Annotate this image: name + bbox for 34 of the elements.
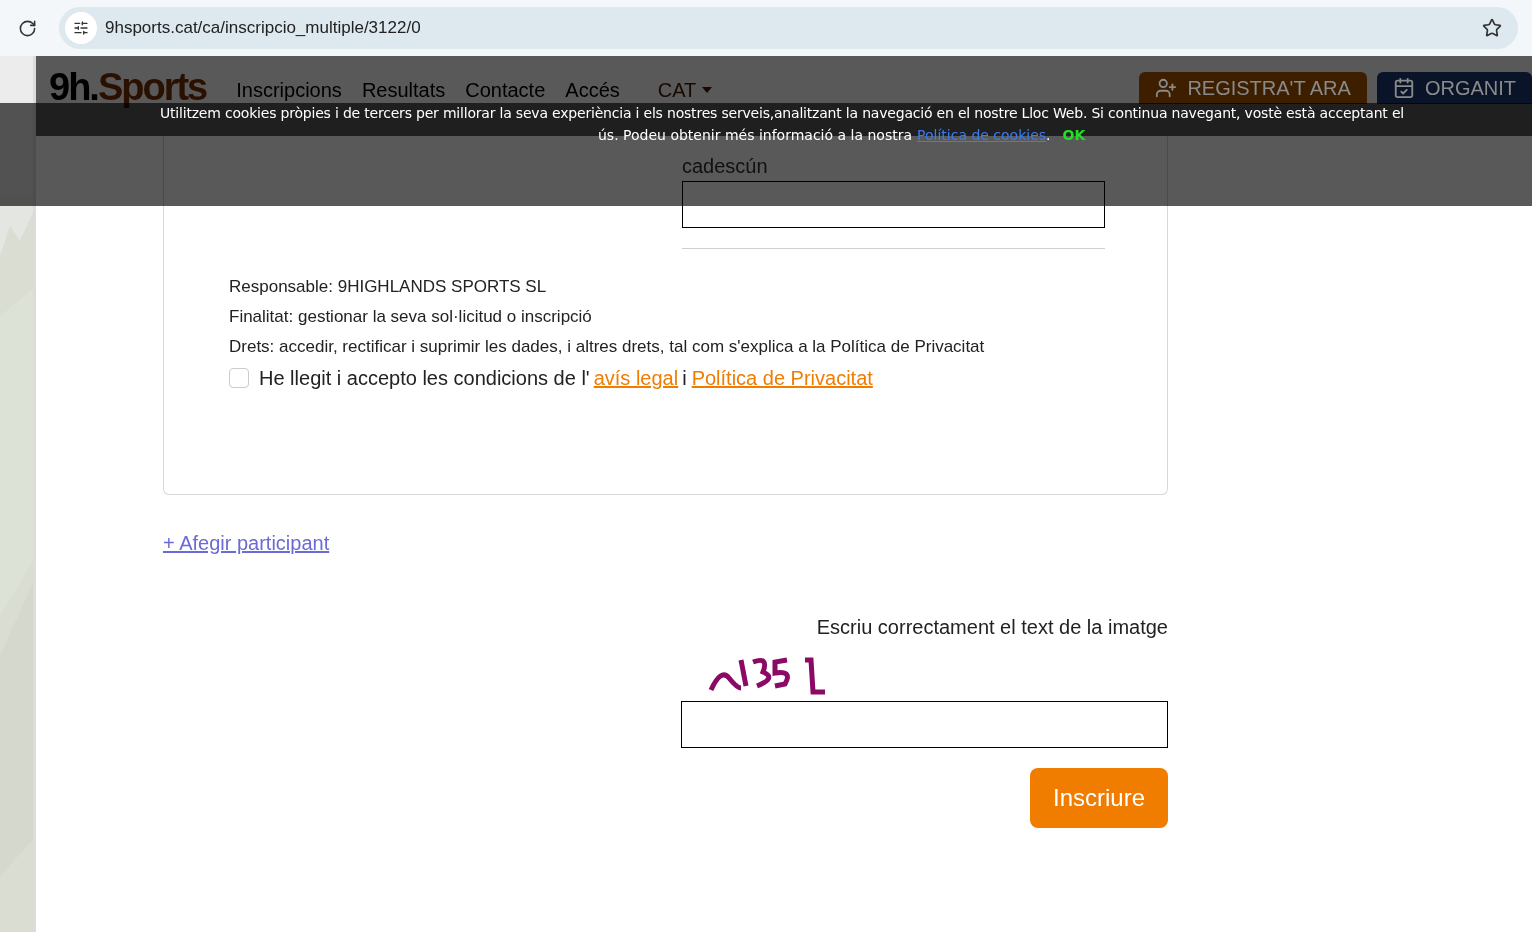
- captcha-input[interactable]: [681, 701, 1168, 748]
- site-settings-icon[interactable]: [73, 20, 89, 36]
- calendar-icon: [1392, 77, 1415, 99]
- reload-icon[interactable]: [18, 18, 37, 38]
- captcha-label: Escriu correctament el text de la imatge: [816, 615, 1168, 640]
- cookie-notice-text: ús. Podeu obtenir més informació a la nostra: [598, 127, 912, 144]
- nav-link[interactable]: Contacte: [465, 80, 546, 100]
- user-plus-icon: [1155, 77, 1178, 99]
- legal-notice-link[interactable]: avís legal: [593, 363, 679, 393]
- language-dropdown[interactable]: CAT: [657, 80, 713, 100]
- ok-button[interactable]: OK: [1062, 127, 1086, 144]
- privacy-text: Responsable: 9HIGHLANDS SPORTS SL: [229, 276, 548, 298]
- header-button[interactable]: REGISTRA'T ARA: [1139, 72, 1367, 104]
- field-label: cadescún: [682, 154, 769, 178]
- submit-button[interactable]: Inscriure: [1030, 768, 1168, 828]
- privacy-policy-link[interactable]: Política de Privacitat: [691, 363, 873, 393]
- logo[interactable]: 9h.Sports: [49, 68, 207, 106]
- consent-text: He llegit i accepto les condicions de l': [259, 366, 590, 391]
- conjunction-text: i: [682, 366, 687, 391]
- nav-link[interactable]: Inscripcions: [236, 80, 342, 100]
- cookie-notice-text: Utilitzem cookies pròpies i de tercers per millorar la seva experiència i els nostres serveis,analitzant la navegació en el nostre Lloc Web. Si continua navegant, vostè està acceptant el: [160, 105, 1404, 122]
- privacy-text: Drets: accedir, rectificar i suprimir les dades, i altres drets, tal com s'explica a la Política de Privacitat: [229, 336, 985, 358]
- add-participant-link[interactable]: + Afegir participant: [163, 528, 330, 558]
- input-field[interactable]: [682, 181, 1105, 228]
- nav-link[interactable]: Resultats: [361, 80, 446, 100]
- consent-checkbox[interactable]: [229, 368, 249, 388]
- caret-icon: [702, 87, 713, 93]
- address-bar[interactable]: 9hsports.cat/ca/inscripcio_multiple/3122/0: [59, 7, 1518, 49]
- nav-link[interactable]: Accés: [565, 80, 620, 100]
- header-button[interactable]: ORGANIT: [1376, 72, 1532, 104]
- period-text: .: [1046, 127, 1051, 144]
- privacy-text: Finalitat: gestionar la seva sol·licitud o inscripció: [229, 306, 593, 328]
- bookmark-star-icon[interactable]: [1482, 18, 1502, 38]
- url-text: 9hsports.cat/ca/inscripcio_multiple/3122/0: [105, 17, 421, 40]
